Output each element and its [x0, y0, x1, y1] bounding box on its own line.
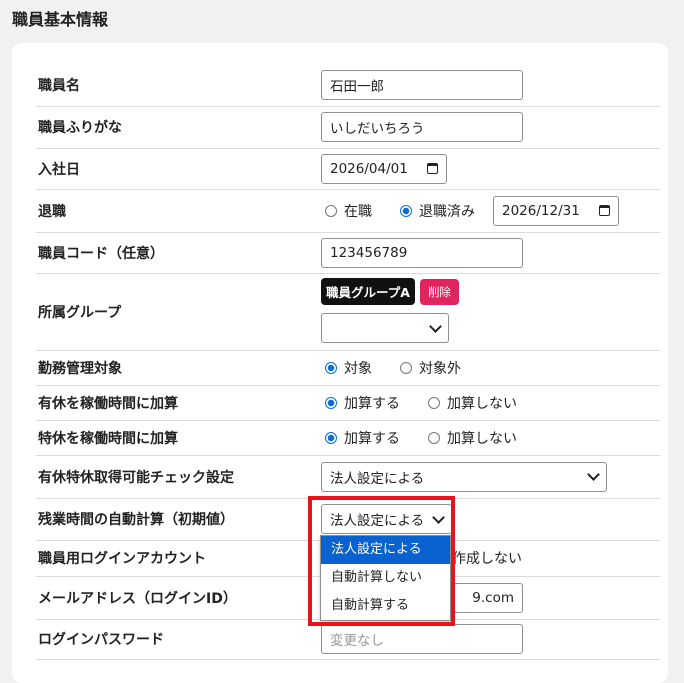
radio-retired-label: 退職済み [419, 203, 475, 220]
row-group: 所属グループ 職員グループA 削除 [36, 273, 661, 351]
label-group: 所属グループ [36, 273, 321, 351]
name-input[interactable]: 石田一郎 [321, 70, 523, 101]
radio-paid-no-add-circle[interactable] [428, 396, 440, 409]
chevron-down-icon [587, 468, 600, 481]
row-attendance: 勤務管理対象 対象 対象外 [36, 350, 661, 386]
label-leave-check: 有休特休取得可能チェック設定 [36, 455, 321, 499]
radio-target-label: 対象 [344, 360, 372, 377]
leave-check-value: 法人設定による [330, 470, 425, 487]
group-tag: 職員グループA [321, 278, 415, 305]
label-password: ログインパスワード [36, 619, 321, 660]
hire-date-input[interactable]: 2026/04/01 [321, 153, 447, 184]
label-retirement: 退職 [36, 189, 321, 233]
label-attendance: 勤務管理対象 [36, 350, 321, 386]
label-name: 職員名 [36, 65, 321, 107]
radio-special-add-circle[interactable] [325, 431, 337, 444]
label-email: メールアドレス（ログインID） [36, 576, 321, 620]
hire-date-value: 2026/04/01 [330, 160, 408, 177]
radio-target[interactable]: 対象 [321, 358, 372, 378]
radio-non-target[interactable]: 対象外 [396, 358, 461, 378]
label-overtime: 残業時間の自動計算（初期値） [36, 498, 321, 541]
delete-group-button[interactable]: 削除 [419, 278, 459, 305]
login-account-option-label: 作成しない [452, 551, 522, 567]
radio-paid-no-add[interactable]: 加算しない [424, 393, 517, 413]
radio-special-no-add-label: 加算しない [447, 430, 517, 447]
radio-special-no-add-circle[interactable] [428, 431, 440, 444]
row-code: 職員コード（任意） 123456789 [36, 232, 661, 274]
code-input[interactable]: 123456789 [321, 237, 523, 268]
radio-paid-add-label: 加算する [344, 395, 400, 412]
kana-input[interactable]: いしだいちろう [321, 112, 523, 142]
calendar-icon[interactable] [427, 163, 438, 174]
radio-special-add[interactable]: 加算する [321, 428, 400, 448]
label-login-account: 職員用ログインアカウント [36, 540, 321, 577]
label-paid-leave: 有休を稼働時間に加算 [36, 385, 321, 421]
label-code: 職員コード（任意） [36, 232, 321, 274]
retirement-date-input[interactable]: 2026/12/31 [493, 195, 619, 226]
chevron-down-icon [429, 319, 442, 333]
password-placeholder: 変更なし [330, 633, 384, 649]
retirement-date-value: 2026/12/31 [502, 202, 580, 219]
radio-paid-no-add-label: 加算しない [447, 395, 517, 412]
radio-employed[interactable]: 在職 [321, 201, 372, 221]
radio-paid-add-circle[interactable] [325, 396, 337, 409]
row-name: 職員名 石田一郎 [36, 65, 661, 107]
row-kana: 職員ふりがな いしだいちろう [36, 106, 661, 149]
radio-special-no-add[interactable]: 加算しない [424, 428, 517, 448]
radio-employed-label: 在職 [344, 203, 372, 220]
leave-check-select[interactable]: 法人設定による [321, 461, 607, 492]
email-value: 9.com [472, 589, 514, 606]
radio-employed-circle[interactable] [325, 204, 337, 217]
row-special-leave: 特休を稼働時間に加算 加算する 加算しない [36, 420, 661, 456]
radio-retired-circle[interactable] [400, 204, 412, 217]
password-input[interactable]: 変更なし [321, 624, 523, 654]
radio-non-target-label: 対象外 [419, 360, 461, 377]
row-retirement: 退職 在職 退職済み 2026/12/31 [36, 189, 661, 233]
highlight-box [308, 496, 455, 626]
radio-special-add-label: 加算する [344, 430, 400, 447]
label-kana: 職員ふりがな [36, 106, 321, 149]
row-hire-date: 入社日 2026/04/01 [36, 148, 661, 190]
label-hire-date: 入社日 [36, 148, 321, 190]
row-leave-check: 有休特休取得可能チェック設定 法人設定による [36, 455, 661, 499]
label-special-leave: 特休を稼働時間に加算 [36, 420, 321, 456]
radio-non-target-circle[interactable] [400, 361, 412, 374]
radio-paid-add[interactable]: 加算する [321, 393, 400, 413]
radio-retired[interactable]: 退職済み [396, 201, 475, 221]
page-title: 職員基本情報 [12, 10, 109, 29]
row-paid-leave: 有休を稼働時間に加算 加算する 加算しない [36, 385, 661, 421]
radio-target-circle[interactable] [325, 361, 337, 374]
calendar-icon[interactable] [599, 205, 610, 216]
group-select[interactable] [321, 313, 449, 343]
